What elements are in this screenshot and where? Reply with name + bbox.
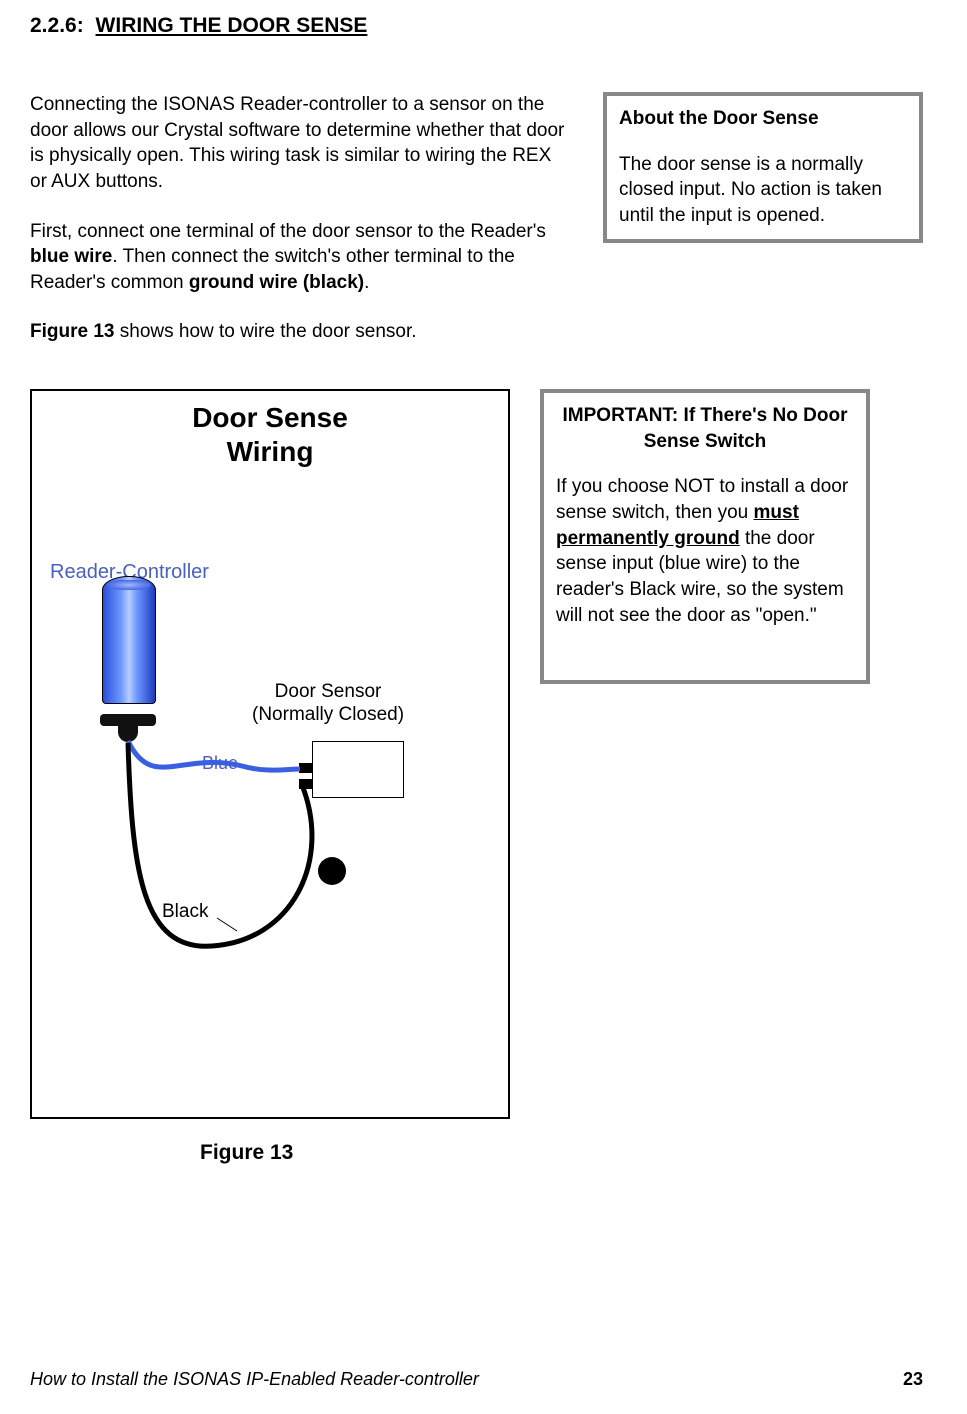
paragraph-3: Figure 13 shows how to wire the door sen… [30, 319, 573, 345]
black-wire-path [128, 743, 312, 946]
intro-text-column: Connecting the ISONAS Reader-controller … [30, 92, 573, 369]
blue-wire-path [128, 741, 300, 770]
figure-caption: Figure 13 [200, 1141, 510, 1165]
paragraph-1: Connecting the ISONAS Reader-controller … [30, 92, 573, 195]
intro-row: Connecting the ISONAS Reader-controller … [30, 92, 923, 369]
black-wire-node [318, 857, 346, 885]
p2-run-a: First, connect one terminal of the door … [30, 221, 546, 242]
p2-bold-ground: ground wire (black) [189, 272, 364, 293]
section-title: WIRING THE DOOR SENSE [96, 14, 368, 37]
figure-column: Door Sense Wiring Reader-Controller Door… [30, 389, 510, 1165]
important-callout: IMPORTANT: If There's No Door Sense Swit… [540, 389, 870, 684]
p3-figure-ref: Figure 13 [30, 321, 114, 342]
p3-run-b: shows how to wire the door sensor. [114, 321, 416, 342]
callout1-title: About the Door Sense [619, 106, 907, 132]
p2-run-e: . [364, 272, 369, 293]
section-number: 2.2.6: [30, 14, 84, 37]
figure-row: Door Sense Wiring Reader-Controller Door… [30, 389, 923, 1165]
page-number: 23 [903, 1369, 923, 1390]
about-door-sense-callout: About the Door Sense The door sense is a… [603, 92, 923, 243]
callout2-title: IMPORTANT: If There's No Door Sense Swit… [556, 403, 854, 454]
callout-column-top: About the Door Sense The door sense is a… [603, 92, 923, 273]
paragraph-2: First, connect one terminal of the door … [30, 219, 573, 296]
figure-13-diagram: Door Sense Wiring Reader-Controller Door… [30, 389, 510, 1119]
section-heading: 2.2.6: WIRING THE DOOR SENSE [30, 14, 923, 38]
callout1-text: The door sense is a normally closed inpu… [619, 154, 882, 226]
callout-column-bottom: IMPORTANT: If There's No Door Sense Swit… [540, 389, 870, 714]
footer-text: How to Install the ISONAS IP-Enabled Rea… [30, 1369, 479, 1390]
p2-bold-blue: blue wire [30, 246, 112, 267]
callout2-run-a: If you choose NOT to install a door sens… [556, 476, 848, 523]
wiring-svg [32, 391, 508, 1117]
page: 2.2.6: WIRING THE DOOR SENSE Connecting … [0, 0, 967, 1414]
page-footer: How to Install the ISONAS IP-Enabled Rea… [30, 1369, 923, 1390]
